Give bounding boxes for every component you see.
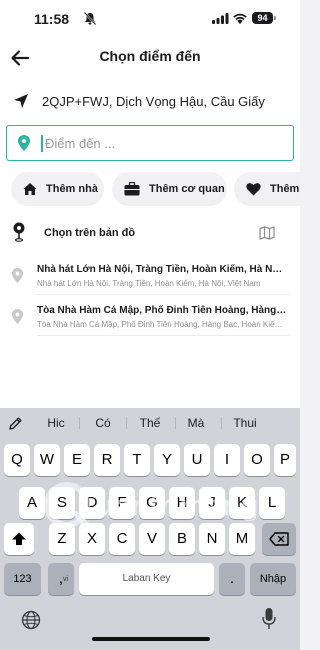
divider (126, 417, 127, 429)
list-item[interactable]: Nhà hát Lớn Hà Nội, Tràng Tiền, Hoàn Kiế… (0, 261, 300, 297)
header: Chọn điểm đến (0, 38, 300, 78)
key-t[interactable]: T (124, 444, 150, 476)
key-n[interactable]: N (199, 523, 225, 555)
divider (79, 417, 80, 429)
heart-icon (246, 183, 261, 196)
key-e[interactable]: E (64, 444, 90, 476)
key-b[interactable]: B (169, 523, 195, 555)
shift-key[interactable] (4, 523, 34, 555)
battery-indicator: 94 (252, 12, 276, 24)
chip-add-home[interactable]: Thêm nhà (11, 172, 104, 206)
key-p[interactable]: P (274, 444, 296, 476)
navigation-arrow-icon (14, 94, 28, 108)
chip-add-favorite[interactable]: Thêm c (234, 172, 300, 206)
shift-arrow-icon (12, 532, 26, 545)
place-marker-icon (12, 268, 23, 283)
suggestion-item[interactable]: Mà (185, 416, 207, 430)
signal-icon (212, 13, 229, 24)
chip-label: Thêm nhà (46, 183, 98, 195)
suggestion-item[interactable]: Thế (139, 416, 161, 430)
key-v[interactable]: V (139, 523, 165, 555)
chip-label: Thêm cơ quan (149, 183, 225, 195)
divider (37, 335, 290, 336)
key-z[interactable]: Z (49, 523, 75, 555)
origin-field[interactable]: 2QJP+FWJ, Dịch Vọng Hậu, Cầu Giấy (0, 88, 300, 116)
chip-label: Thêm c (270, 183, 300, 195)
divider (175, 417, 176, 429)
choose-on-map-label: Chọn trên bản đồ (44, 227, 136, 239)
key-k[interactable]: K (229, 487, 255, 519)
microphone-icon[interactable] (262, 607, 276, 631)
key-l[interactable]: L (259, 487, 285, 519)
destination-input[interactable]: Điểm đến ... (6, 125, 294, 161)
key-i[interactable]: I (214, 444, 240, 476)
key-w[interactable]: W (34, 444, 60, 476)
key-a[interactable]: A (19, 487, 45, 519)
quick-chips: Thêm nhà Thêm cơ quan Thêm c (11, 172, 300, 206)
place-marker-icon (12, 309, 23, 324)
list-item[interactable]: Tòa Nhà Hàm Cá Mập, Phố Đinh Tiên Hoàng,… (0, 302, 300, 338)
backspace-icon (269, 532, 289, 546)
key-o[interactable]: O (244, 444, 270, 476)
bell-off-icon (84, 12, 96, 25)
result-subtitle: Nhà hát Lớn Hà Nội, Tràng Tiền, Hoàn Kiế… (37, 279, 261, 288)
return-key[interactable]: Nhập (250, 563, 296, 595)
status-time: 11:58 (34, 11, 70, 27)
result-subtitle: Tòa Nhà Hàm Cá Mập, Phố Đinh Tiên Hoàng,… (37, 320, 287, 329)
backspace-key[interactable] (262, 523, 296, 555)
key-s[interactable]: S (49, 487, 75, 519)
wifi-icon (233, 13, 247, 24)
key-r[interactable]: R (94, 444, 120, 476)
choose-on-map-row[interactable]: Chọn trên bản đồ (0, 218, 300, 248)
key-d[interactable]: D (79, 487, 105, 519)
result-title: Nhà hát Lớn Hà Nội, Tràng Tiền, Hoàn Kiế… (37, 264, 287, 275)
key-j[interactable]: J (199, 487, 225, 519)
pencil-icon[interactable] (8, 416, 23, 431)
folded-map-icon (259, 226, 275, 240)
key-q[interactable]: Q (4, 444, 30, 476)
suggestion-item[interactable]: Có (92, 416, 114, 430)
key-f[interactable]: F (109, 487, 135, 519)
destination-placeholder: Điểm đến ... (45, 136, 116, 151)
numbers-key[interactable]: 123 (4, 563, 41, 595)
text-cursor (41, 135, 43, 152)
result-title: Tòa Nhà Hàm Cá Mập, Phố Đinh Tiên Hoàng,… (37, 305, 287, 316)
suggestion-item[interactable]: Hic (44, 416, 68, 430)
key-g[interactable]: G (139, 487, 165, 519)
suggestion-item[interactable]: Thui (232, 416, 258, 430)
key-y[interactable]: Y (154, 444, 180, 476)
divider (37, 294, 290, 295)
home-icon (23, 183, 37, 195)
accent-key[interactable]: vi , (48, 563, 74, 595)
divider (221, 417, 222, 429)
accent-key-label: vi (63, 576, 69, 583)
app-screen: 11:58 94 Chọn điểm đến 2QJP+FWJ, Dịch Vọ… (0, 0, 300, 408)
key-c[interactable]: C (109, 523, 135, 555)
period-key[interactable]: . (219, 563, 245, 595)
space-key[interactable]: Laban Key (79, 563, 214, 595)
key-h[interactable]: H (169, 487, 195, 519)
key-m[interactable]: M (229, 523, 255, 555)
home-indicator (92, 637, 210, 641)
suggestion-bar: Hic Có Thế Mà Thui (0, 408, 300, 438)
chip-add-work[interactable]: Thêm cơ quan (112, 172, 227, 206)
briefcase-icon (124, 182, 140, 196)
page-title: Chọn điểm đến (99, 48, 201, 64)
key-x[interactable]: X (79, 523, 105, 555)
location-pin-icon (18, 135, 30, 151)
status-bar: 11:58 94 (0, 0, 300, 38)
origin-text: 2QJP+FWJ, Dịch Vọng Hậu, Cầu Giấy (42, 94, 265, 109)
map-pin-icon (13, 222, 25, 242)
globe-icon[interactable] (21, 610, 41, 630)
key-u[interactable]: U (184, 444, 210, 476)
keyboard: Hic Có Thế Mà Thui Q W E R T Y U I O P A… (0, 408, 300, 650)
